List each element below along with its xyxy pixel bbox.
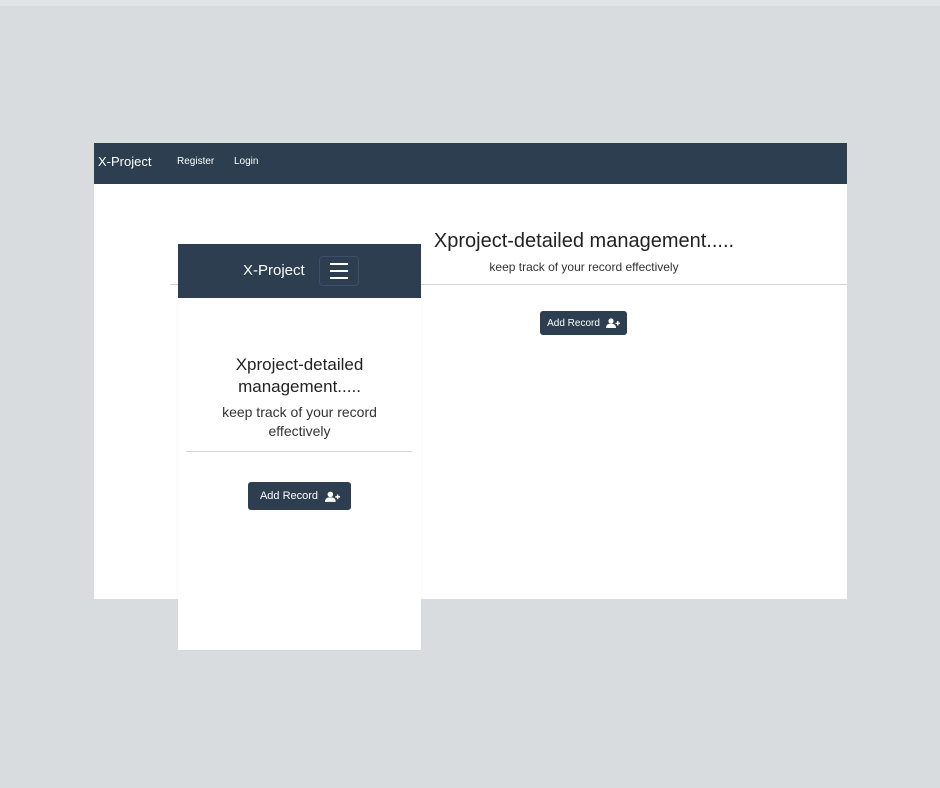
page-title: Xproject-detailed management..... [433, 230, 735, 252]
mobile-preview: X-Project Xproject-detailed management..… [178, 244, 421, 650]
user-plus-icon [605, 318, 620, 328]
user-plus-icon [325, 491, 341, 502]
page-subtitle: keep track of your record effectively [489, 260, 679, 274]
add-record-label: Add Record [547, 317, 600, 329]
page-subtitle: keep track of your record effectively [203, 403, 396, 441]
add-record-button[interactable]: Add Record [540, 311, 627, 335]
page-title-line: management..... [238, 377, 361, 396]
divider [186, 451, 412, 452]
page-title-line: Xproject-detailed [235, 355, 364, 374]
desktop-navbar: X-Project Register Login [94, 143, 847, 184]
add-record-button[interactable]: Add Record [248, 482, 351, 510]
mobile-navbar: X-Project [178, 244, 421, 298]
hamburger-icon[interactable] [319, 256, 359, 286]
top-strip [0, 0, 940, 6]
add-record-label: Add Record [259, 490, 319, 502]
nav-link-register[interactable]: Register [177, 156, 214, 167]
navbar-brand[interactable]: X-Project [98, 154, 151, 169]
page-title: Xproject-detailed management..... [198, 354, 401, 398]
nav-link-login[interactable]: Login [234, 156, 258, 167]
page-subtitle-line: keep track of your record [222, 404, 377, 420]
page-subtitle-line: effectively [268, 423, 331, 439]
navbar-brand[interactable]: X-Project [243, 262, 305, 279]
